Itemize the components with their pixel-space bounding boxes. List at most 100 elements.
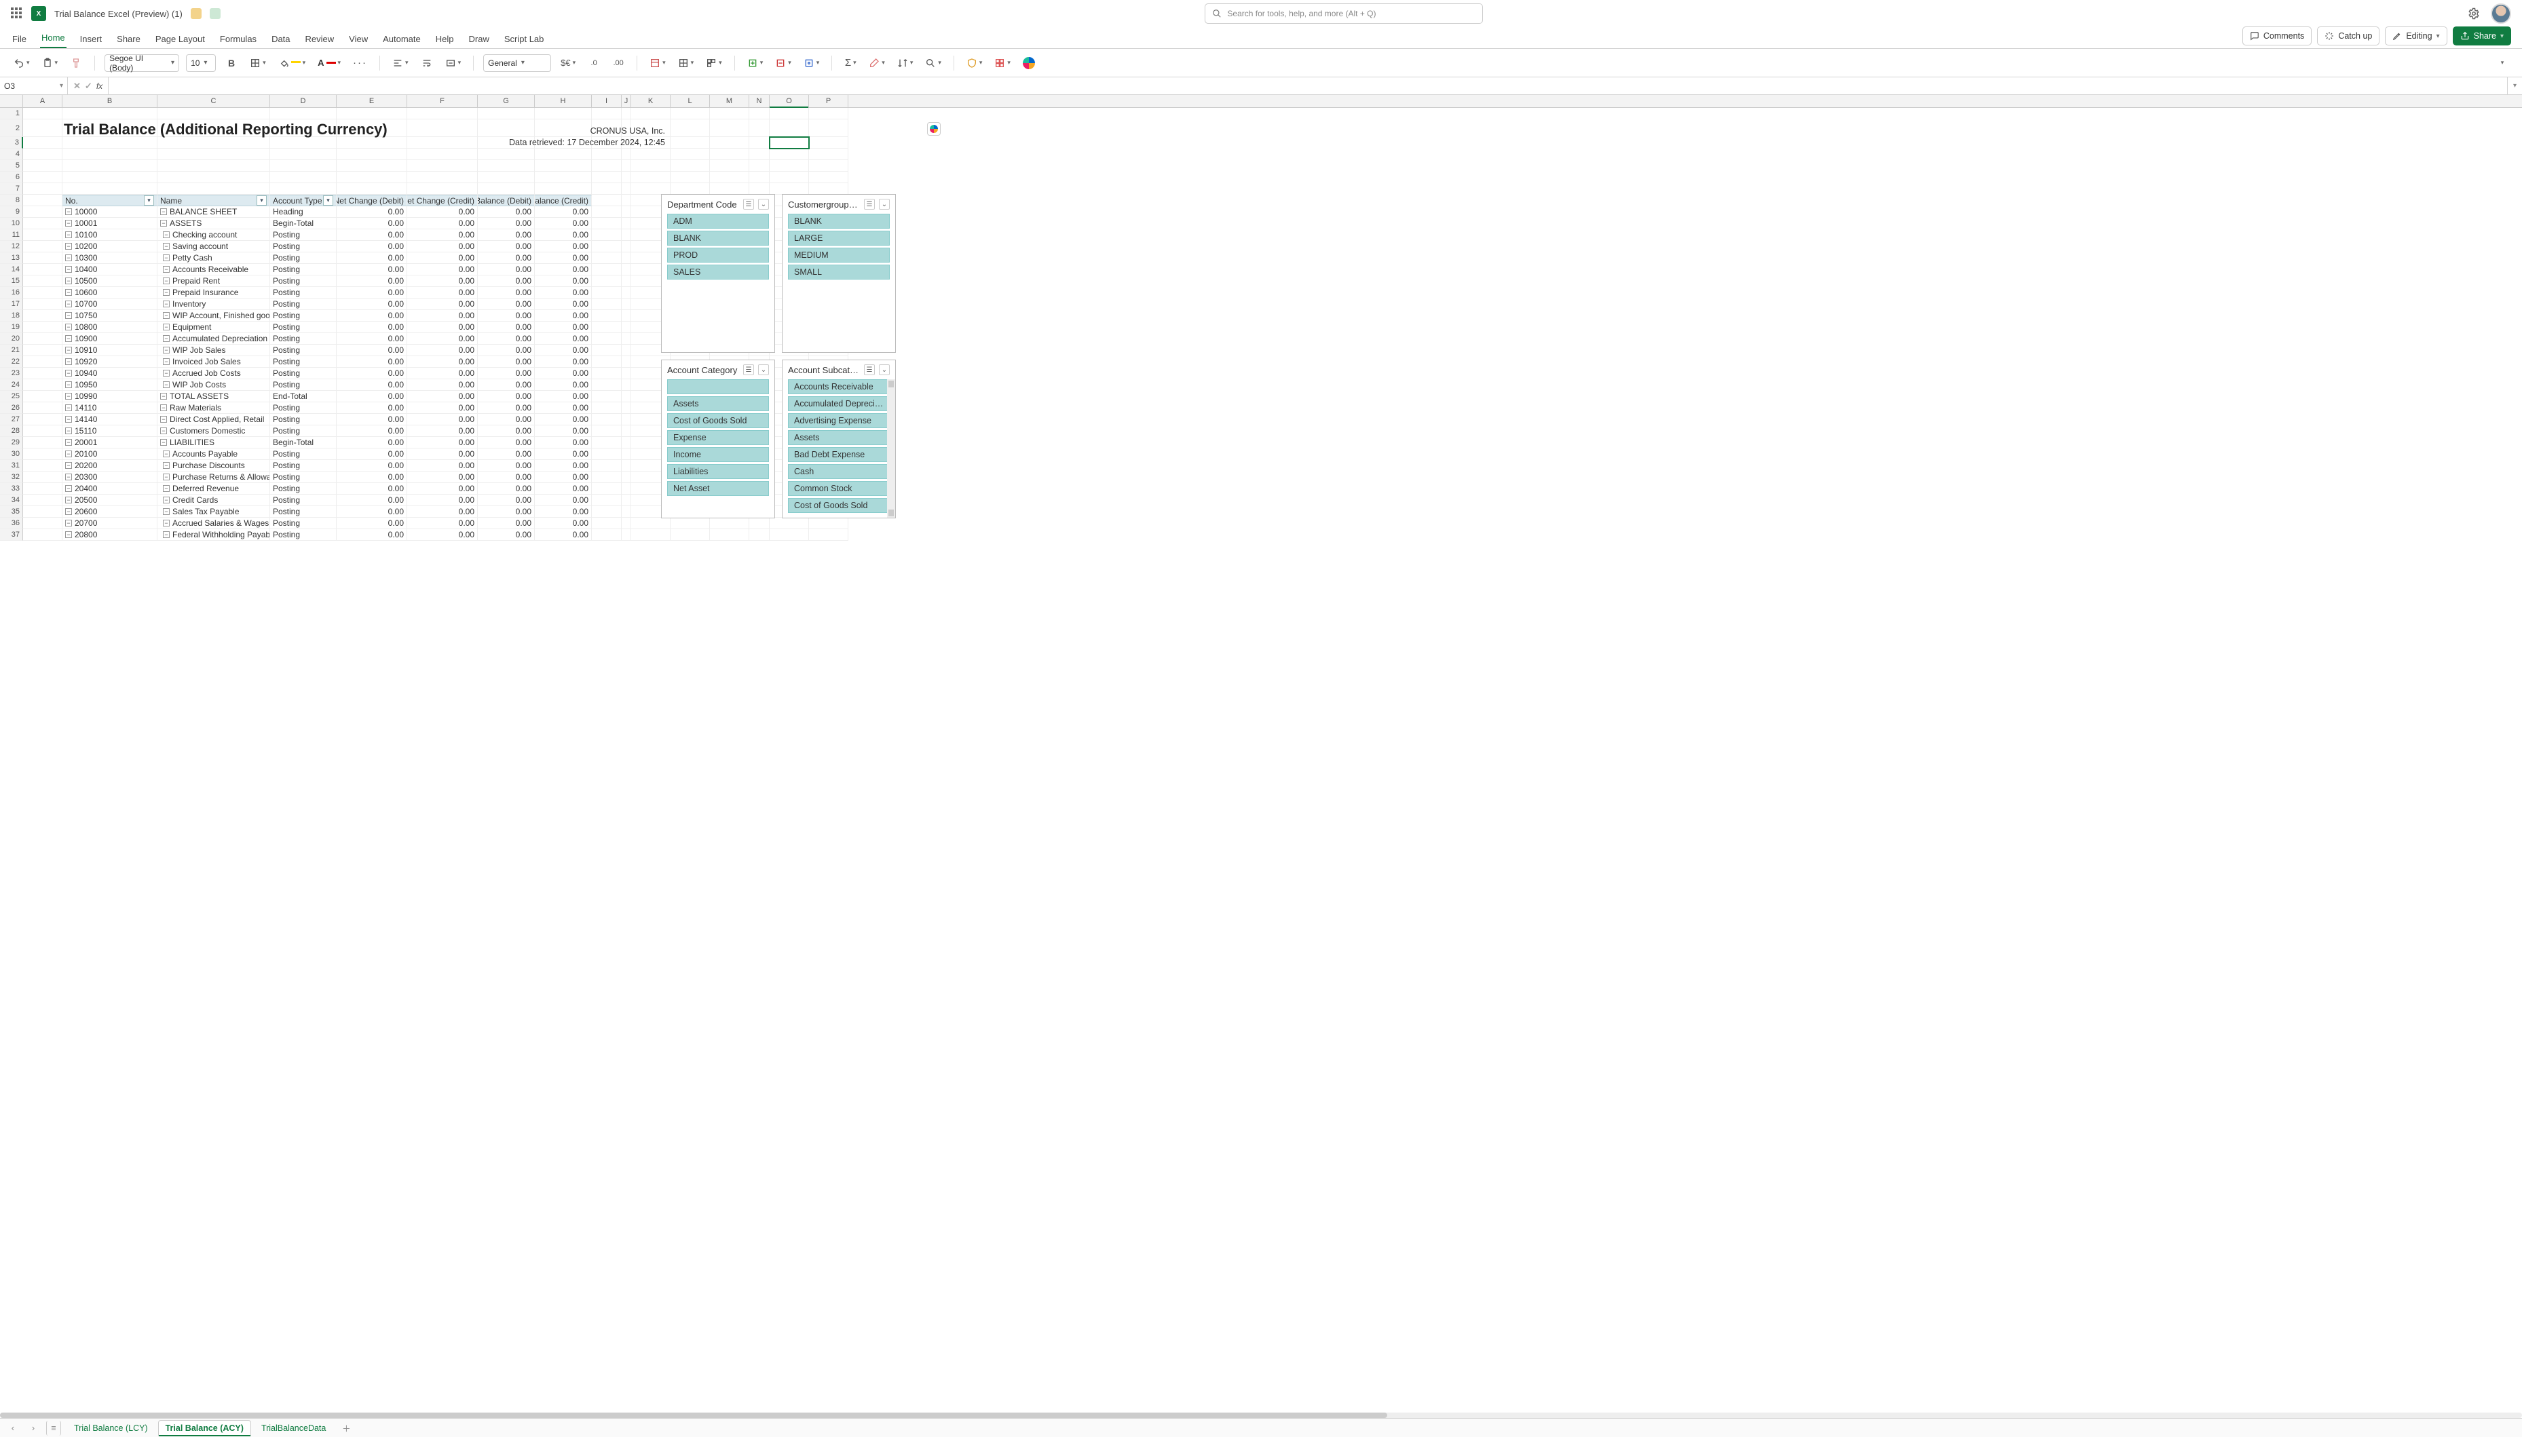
cell-E8[interactable]: Net Change (Debit): [337, 195, 407, 206]
cell-A21[interactable]: [23, 345, 62, 356]
cell-I35[interactable]: [592, 506, 622, 518]
cell-F11[interactable]: 0.00: [407, 229, 478, 241]
slicer-item[interactable]: Bad Debt Expense: [788, 447, 890, 462]
cell-M6[interactable]: [710, 172, 749, 183]
outline-toggle-icon[interactable]: −: [163, 312, 170, 319]
cell-E10[interactable]: 0.00: [337, 218, 407, 229]
document-title[interactable]: Trial Balance Excel (Preview) (1): [54, 9, 183, 19]
column-header-K[interactable]: K: [631, 95, 671, 107]
menu-file[interactable]: File: [11, 34, 28, 48]
row-header[interactable]: 32: [0, 472, 23, 483]
cell-O7[interactable]: [770, 183, 809, 195]
cell-J20[interactable]: [622, 333, 631, 345]
cell-G12[interactable]: 0.00: [478, 241, 535, 252]
cell-K4[interactable]: [631, 149, 671, 160]
cell-M5[interactable]: [710, 160, 749, 172]
align-button[interactable]: ▾: [390, 54, 411, 72]
cell-J1[interactable]: [622, 108, 631, 119]
cell-G23[interactable]: 0.00: [478, 368, 535, 379]
slicer-account-subcategory[interactable]: Account Subcat… ☰ ⌄ Accounts ReceivableA…: [782, 360, 896, 518]
cell-A24[interactable]: [23, 379, 62, 391]
undo-button[interactable]: ▾: [11, 54, 33, 72]
cell-C32[interactable]: −Purchase Returns & Allowan: [157, 472, 270, 483]
cell-J31[interactable]: [622, 460, 631, 472]
cell-M4[interactable]: [710, 149, 749, 160]
cell-H26[interactable]: 0.00: [535, 402, 592, 414]
cell-I33[interactable]: [592, 483, 622, 495]
cell-L2[interactable]: [671, 119, 710, 137]
cell-B27[interactable]: −14140: [62, 414, 157, 425]
cell-H30[interactable]: 0.00: [535, 448, 592, 460]
slicer-item[interactable]: SMALL: [788, 265, 890, 280]
outline-toggle-icon[interactable]: −: [163, 520, 170, 526]
cell-E12[interactable]: 0.00: [337, 241, 407, 252]
format-painter-button[interactable]: [67, 54, 85, 72]
cell-B15[interactable]: −10500: [62, 275, 157, 287]
cell-F16[interactable]: 0.00: [407, 287, 478, 299]
format-cells-button[interactable]: ▾: [801, 54, 823, 72]
cell-J34[interactable]: [622, 495, 631, 506]
user-avatar[interactable]: [2491, 3, 2511, 24]
row-header[interactable]: 20: [0, 333, 23, 345]
outline-toggle-icon[interactable]: −: [163, 324, 170, 330]
row-header[interactable]: 10: [0, 218, 23, 229]
outline-toggle-icon[interactable]: −: [163, 243, 170, 250]
outline-toggle-icon[interactable]: −: [65, 335, 72, 342]
cell-E34[interactable]: 0.00: [337, 495, 407, 506]
cell-G19[interactable]: 0.00: [478, 322, 535, 333]
menu-data[interactable]: Data: [270, 34, 291, 48]
menu-formulas[interactable]: Formulas: [219, 34, 258, 48]
slicer-item[interactable]: Common Stock: [788, 481, 890, 496]
name-box[interactable]: O3▾: [0, 77, 68, 94]
cell-F4[interactable]: [407, 149, 478, 160]
cell-L4[interactable]: [671, 149, 710, 160]
cell-E9[interactable]: 0.00: [337, 206, 407, 218]
cell-O1[interactable]: [770, 108, 809, 119]
cell-C37[interactable]: −Federal Withholding Payabl: [157, 529, 270, 541]
cell-I13[interactable]: [592, 252, 622, 264]
slicer-item[interactable]: [667, 379, 769, 394]
cell-O37[interactable]: [770, 529, 809, 541]
cell-B9[interactable]: −10000: [62, 206, 157, 218]
cell-P3[interactable]: [809, 137, 848, 149]
cell-I16[interactable]: [592, 287, 622, 299]
cell-G29[interactable]: 0.00: [478, 437, 535, 448]
cell-J8[interactable]: [622, 195, 631, 206]
cell-A26[interactable]: [23, 402, 62, 414]
row-header[interactable]: 15: [0, 275, 23, 287]
outline-toggle-icon[interactable]: −: [65, 520, 72, 526]
cell-A35[interactable]: [23, 506, 62, 518]
cell-G18[interactable]: 0.00: [478, 310, 535, 322]
cell-B11[interactable]: −10100: [62, 229, 157, 241]
cell-C34[interactable]: −Credit Cards: [157, 495, 270, 506]
cell-F13[interactable]: 0.00: [407, 252, 478, 264]
cell-C8[interactable]: Name▾: [157, 195, 270, 206]
cell-F33[interactable]: 0.00: [407, 483, 478, 495]
cell-A3[interactable]: [23, 137, 62, 149]
cell-E16[interactable]: 0.00: [337, 287, 407, 299]
cell-B31[interactable]: −20200: [62, 460, 157, 472]
cell-A13[interactable]: [23, 252, 62, 264]
cell-C29[interactable]: −LIABILITIES: [157, 437, 270, 448]
outline-toggle-icon[interactable]: −: [65, 508, 72, 515]
row-header[interactable]: 13: [0, 252, 23, 264]
cell-M2[interactable]: [710, 119, 749, 137]
cell-A16[interactable]: [23, 287, 62, 299]
cell-H35[interactable]: 0.00: [535, 506, 592, 518]
cell-E21[interactable]: 0.00: [337, 345, 407, 356]
cell-F17[interactable]: 0.00: [407, 299, 478, 310]
slicer-item[interactable]: Expense: [667, 430, 769, 445]
cell-H27[interactable]: 0.00: [535, 414, 592, 425]
column-header-M[interactable]: M: [710, 95, 749, 107]
cell-F26[interactable]: 0.00: [407, 402, 478, 414]
cell-E28[interactable]: 0.00: [337, 425, 407, 437]
saved-badge-icon[interactable]: [210, 8, 221, 19]
outline-toggle-icon[interactable]: −: [160, 220, 167, 227]
cell-C11[interactable]: −Checking account: [157, 229, 270, 241]
cell-F31[interactable]: 0.00: [407, 460, 478, 472]
outline-toggle-icon[interactable]: −: [163, 497, 170, 503]
cell-L3[interactable]: [671, 137, 710, 149]
cell-G31[interactable]: 0.00: [478, 460, 535, 472]
outline-toggle-icon[interactable]: −: [163, 485, 170, 492]
cell-H37[interactable]: 0.00: [535, 529, 592, 541]
